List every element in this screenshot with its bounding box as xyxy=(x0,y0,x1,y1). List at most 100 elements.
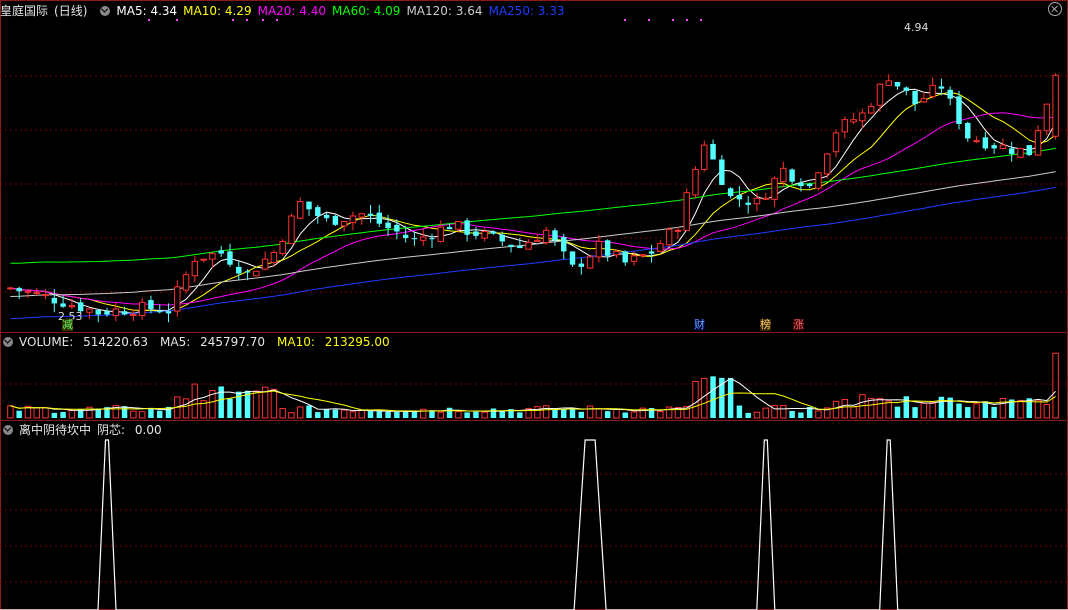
candle-body xyxy=(542,229,550,244)
candle-body xyxy=(534,239,541,242)
candle-body xyxy=(561,237,567,252)
candle-body xyxy=(991,145,997,149)
candle-body xyxy=(806,183,813,187)
volume-bar xyxy=(182,398,190,419)
stock-chart[interactable] xyxy=(0,0,1068,610)
volume-bar xyxy=(982,401,989,418)
candle-body xyxy=(209,253,216,260)
volume-bar xyxy=(832,400,840,419)
event-mark-limitup[interactable]: 涨 xyxy=(793,319,804,331)
volume-bar xyxy=(270,388,278,419)
candle-body xyxy=(288,215,295,245)
candle-body xyxy=(95,310,101,315)
volume-bar xyxy=(692,380,699,419)
volume-bar xyxy=(253,390,260,419)
top-marker-dot xyxy=(276,19,278,21)
candle-body xyxy=(517,245,523,249)
candle-body xyxy=(297,201,304,219)
candle-body xyxy=(182,274,190,291)
volume-settings-icon[interactable] xyxy=(3,337,13,347)
volume-bar xyxy=(542,405,550,419)
volume-title: VOLUME: 514220.63 xyxy=(19,335,149,349)
volume-bar xyxy=(16,410,22,418)
candle-body xyxy=(867,105,875,114)
candle-body xyxy=(121,311,128,315)
volume-bar xyxy=(288,412,295,419)
candle-body xyxy=(578,263,585,267)
candle-body xyxy=(68,305,76,308)
candle-body xyxy=(613,250,620,256)
candle-body xyxy=(138,301,146,317)
candle-body xyxy=(586,256,594,269)
volume-bar xyxy=(561,409,567,418)
volume-bar xyxy=(394,411,400,418)
volume-bar xyxy=(745,412,751,418)
candle-body xyxy=(218,250,224,254)
ma-legend-item: MA120: 3.64 xyxy=(406,4,483,18)
top-marker-dot xyxy=(232,19,234,21)
volume-bar xyxy=(1043,403,1051,419)
candle-body xyxy=(1017,147,1024,158)
volume-bar xyxy=(227,398,233,418)
candle-body xyxy=(965,122,971,139)
high-price-label: 4.94 xyxy=(904,21,929,34)
candle-body xyxy=(394,224,400,232)
top-marker-dot xyxy=(648,19,650,21)
volume-bar xyxy=(798,412,804,418)
candle-body xyxy=(437,226,444,242)
event-mark-rank[interactable]: 榜 xyxy=(760,319,771,331)
top-marker-dot xyxy=(246,19,248,21)
candle-body xyxy=(665,228,673,246)
candle-body xyxy=(525,242,532,250)
indicator-settings-icon[interactable] xyxy=(3,425,13,435)
volume-bar xyxy=(867,397,875,419)
ma-legend-item: MA250: 3.33 xyxy=(488,4,565,18)
candle-body xyxy=(7,287,14,290)
volume-bar xyxy=(7,405,14,419)
volume-bar xyxy=(534,406,541,419)
volume-bar xyxy=(376,411,383,418)
volume-bar xyxy=(630,411,638,419)
volume-bar xyxy=(929,402,936,419)
volume-bar xyxy=(68,410,76,419)
candle-body xyxy=(191,260,199,277)
candle-body xyxy=(490,231,497,234)
candle-body xyxy=(376,212,383,224)
volume-bar xyxy=(1017,399,1024,419)
candle-body xyxy=(446,227,453,230)
volume-bar xyxy=(446,407,453,418)
volume-ma5: MA5: 245797.70 xyxy=(160,335,266,349)
candle-body xyxy=(595,240,603,258)
volume-bar xyxy=(332,409,339,418)
candle-body xyxy=(411,238,418,240)
candle-body xyxy=(174,286,181,312)
candle-body xyxy=(859,112,866,122)
volume-bar xyxy=(60,411,66,418)
volume-bar xyxy=(323,409,330,418)
event-mark-finance[interactable]: 财 xyxy=(694,319,705,331)
volume-bar xyxy=(490,408,497,418)
indicator-title: 离中阴待坎中 xyxy=(19,423,92,437)
stock-title: 皇庭国际 (日线) xyxy=(0,4,93,18)
volume-bar xyxy=(156,410,163,418)
candle-body xyxy=(956,96,962,125)
candle-body xyxy=(789,169,795,182)
volume-bar xyxy=(1052,352,1059,419)
settings-circle-icon[interactable] xyxy=(100,6,111,16)
volume-bar xyxy=(569,408,576,418)
candle-body xyxy=(358,213,365,218)
event-mark-reduce[interactable]: 减 xyxy=(62,319,73,331)
volume-bar xyxy=(42,407,49,419)
candle-body xyxy=(24,290,32,293)
candle-body xyxy=(323,214,330,219)
candle-body xyxy=(464,220,470,235)
volume-bar xyxy=(51,412,58,418)
candle-body xyxy=(130,314,137,316)
volume-bar xyxy=(552,409,558,418)
candle-body xyxy=(340,221,348,227)
candle-body xyxy=(727,188,734,197)
candle-body xyxy=(86,308,93,313)
candle-body xyxy=(270,252,278,263)
candle-body xyxy=(753,197,761,205)
close-icon[interactable] xyxy=(1048,2,1062,16)
